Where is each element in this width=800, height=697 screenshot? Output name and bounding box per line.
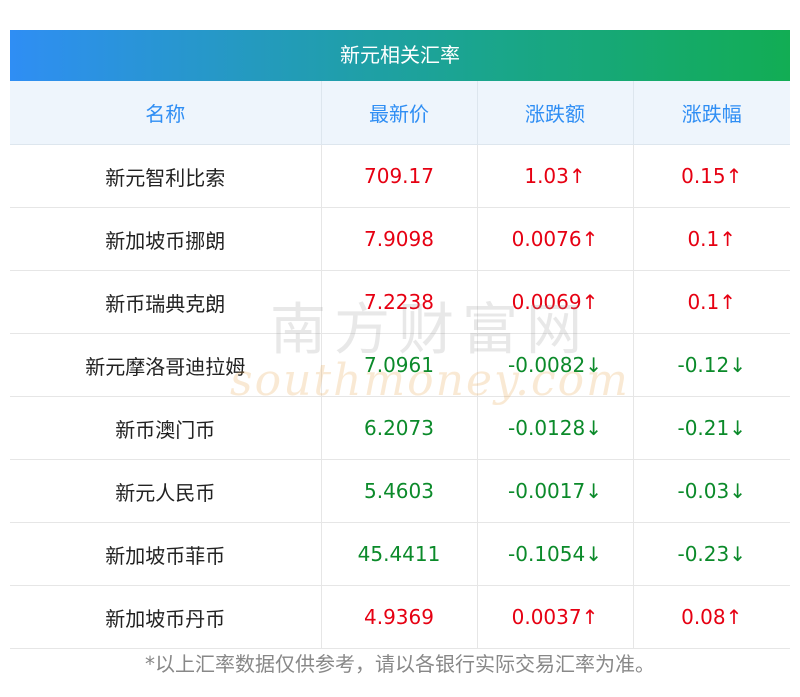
currency-name[interactable]: 新加坡币挪朗	[10, 207, 322, 271]
currency-name[interactable]: 新币瑞典克朗	[10, 270, 322, 334]
price-change: -0.1054↓	[477, 522, 634, 586]
table-row: 新元智利比索 709.17 1.03↑ 0.15↑	[10, 144, 790, 208]
price-change: 0.0069↑	[477, 270, 634, 334]
table-row: 新币瑞典克朗 7.2238 0.0069↑ 0.1↑	[10, 270, 790, 334]
percent-change: -0.21↓	[633, 396, 790, 460]
table-row: 新元摩洛哥迪拉姆 7.0961 -0.0082↓ -0.12↓	[10, 333, 790, 397]
disclaimer-footnote: *以上汇率数据仅供参考，请以各银行实际交易汇率为准。	[145, 652, 655, 676]
percent-change: 0.08↑	[633, 585, 790, 649]
price-change: -0.0017↓	[477, 459, 634, 523]
exchange-rate-panel: 新元相关汇率 名称 最新价 涨跌额 涨跌幅 新元智利比索 709.17 1.03…	[10, 30, 790, 649]
percent-change: -0.23↓	[633, 522, 790, 586]
percent-change: 0.15↑	[633, 144, 790, 208]
latest-price: 4.9369	[321, 585, 478, 649]
percent-change: -0.12↓	[633, 333, 790, 397]
header-price: 最新价	[321, 81, 478, 145]
price-change: 0.0076↑	[477, 207, 634, 271]
currency-name[interactable]: 新加坡币丹币	[10, 585, 322, 649]
latest-price: 7.9098	[321, 207, 478, 271]
percent-change: 0.1↑	[633, 270, 790, 334]
exchange-rate-table: 名称 最新价 涨跌额 涨跌幅 新元智利比索 709.17 1.03↑ 0.15↑…	[10, 81, 790, 649]
latest-price: 5.4603	[321, 459, 478, 523]
price-change: 1.03↑	[477, 144, 634, 208]
latest-price: 709.17	[321, 144, 478, 208]
table-row: 新币澳门币 6.2073 -0.0128↓ -0.21↓	[10, 396, 790, 460]
table-row: 新加坡币挪朗 7.9098 0.0076↑ 0.1↑	[10, 207, 790, 271]
table-row: 新加坡币菲币 45.4411 -0.1054↓ -0.23↓	[10, 522, 790, 586]
currency-name[interactable]: 新元摩洛哥迪拉姆	[10, 333, 322, 397]
percent-change: -0.03↓	[633, 459, 790, 523]
header-name: 名称	[10, 81, 322, 145]
price-change: -0.0128↓	[477, 396, 634, 460]
latest-price: 6.2073	[321, 396, 478, 460]
table-row: 新加坡币丹币 4.9369 0.0037↑ 0.08↑	[10, 585, 790, 649]
latest-price: 7.2238	[321, 270, 478, 334]
currency-name[interactable]: 新币澳门币	[10, 396, 322, 460]
header-change: 涨跌额	[477, 81, 634, 145]
latest-price: 45.4411	[321, 522, 478, 586]
table-header-row: 名称 最新价 涨跌额 涨跌幅	[10, 81, 790, 145]
currency-name[interactable]: 新元人民币	[10, 459, 322, 523]
price-change: 0.0037↑	[477, 585, 634, 649]
panel-title: 新元相关汇率	[10, 30, 790, 81]
percent-change: 0.1↑	[633, 207, 790, 271]
latest-price: 7.0961	[321, 333, 478, 397]
price-change: -0.0082↓	[477, 333, 634, 397]
currency-name[interactable]: 新元智利比索	[10, 144, 322, 208]
currency-name[interactable]: 新加坡币菲币	[10, 522, 322, 586]
header-pct: 涨跌幅	[633, 81, 790, 145]
table-row: 新元人民币 5.4603 -0.0017↓ -0.03↓	[10, 459, 790, 523]
